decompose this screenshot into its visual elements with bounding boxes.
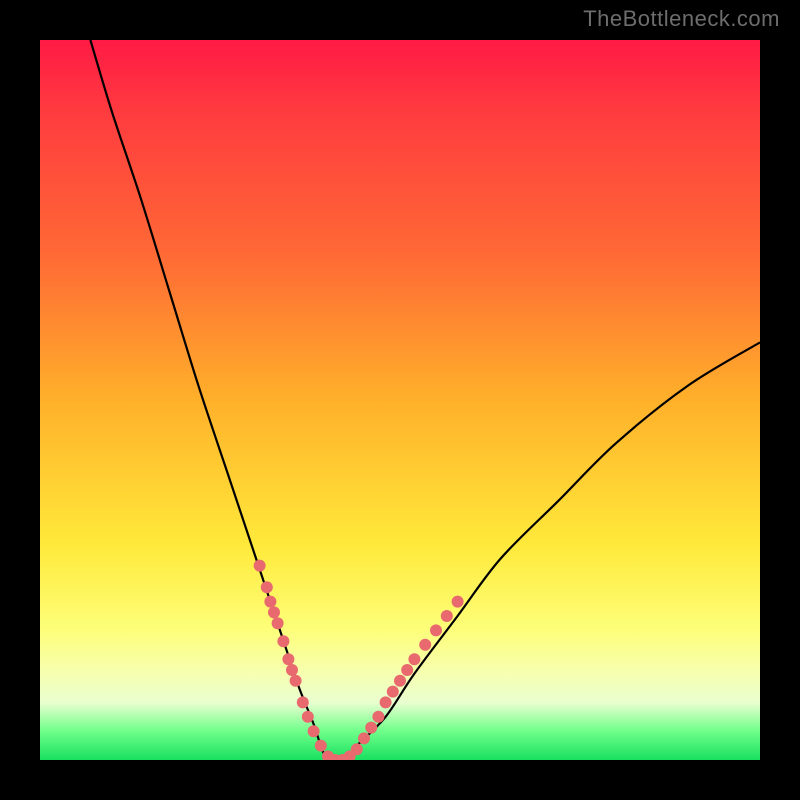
marker-dot (372, 711, 384, 723)
marker-dot (365, 722, 377, 734)
marker-dot (264, 596, 276, 608)
bottleneck-curve-path (90, 40, 760, 760)
marker-dot (351, 743, 363, 755)
marker-dot (441, 610, 453, 622)
watermark-text: TheBottleneck.com (583, 6, 780, 32)
marker-dot (336, 754, 348, 760)
marker-dot (261, 581, 273, 593)
marker-dot (344, 750, 356, 760)
marker-dot (286, 664, 298, 676)
chart-frame: TheBottleneck.com (0, 0, 800, 800)
marker-dot (282, 653, 294, 665)
marker-dot (394, 675, 406, 687)
marker-dot (329, 754, 341, 760)
marker-dot (272, 617, 284, 629)
marker-dot (322, 750, 334, 760)
marker-dot (408, 653, 420, 665)
marker-dot (452, 596, 464, 608)
marker-dot (401, 664, 413, 676)
marker-dot (254, 560, 266, 572)
plot-area (40, 40, 760, 760)
marker-dot (297, 696, 309, 708)
marker-dot (358, 732, 370, 744)
marker-dot (302, 711, 314, 723)
marker-dot (430, 624, 442, 636)
marker-dots-group (254, 560, 464, 760)
marker-dot (268, 606, 280, 618)
curve-svg (40, 40, 760, 760)
marker-dot (387, 686, 399, 698)
marker-dot (308, 725, 320, 737)
marker-dot (380, 696, 392, 708)
marker-dot (277, 635, 289, 647)
marker-dot (419, 639, 431, 651)
marker-dot (290, 675, 302, 687)
marker-dot (315, 740, 327, 752)
